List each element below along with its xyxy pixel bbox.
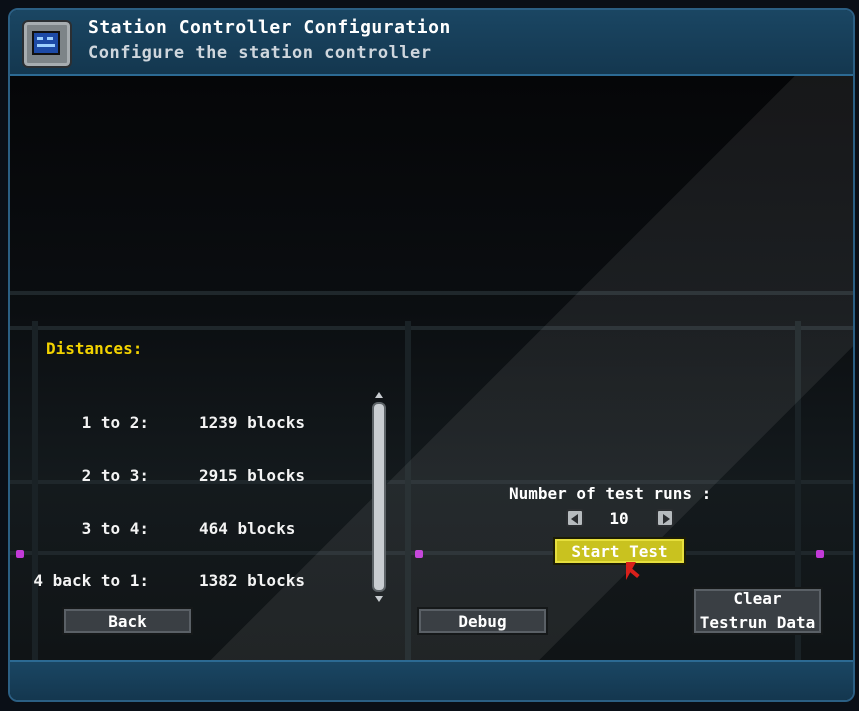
window-title: Station Controller Configuration xyxy=(88,17,451,38)
scroll-up-icon[interactable] xyxy=(375,392,383,398)
monitor-panel-icon xyxy=(22,20,72,68)
test-runs-label: Number of test runs : xyxy=(509,484,712,503)
scroll-thumb[interactable] xyxy=(372,402,386,592)
distances-label: Distances: xyxy=(46,339,143,358)
distance-row-value: 1239 blocks xyxy=(199,413,305,432)
distance-row-name: 4 back to 1: xyxy=(33,571,149,590)
scroll-down-icon[interactable] xyxy=(375,596,383,602)
clear-testrun-data-button[interactable]: Clear Testrun Data xyxy=(692,587,823,635)
title-bar: Station Controller Configuration Configu… xyxy=(10,10,853,76)
decrement-arrow-icon[interactable] xyxy=(566,509,584,527)
distance-row-value: 1382 blocks xyxy=(199,571,305,590)
distance-row-value: 2915 blocks xyxy=(199,466,305,485)
mouse-cursor-icon xyxy=(626,562,636,580)
increment-arrow-icon[interactable] xyxy=(656,509,674,527)
window-subtitle: Configure the station controller xyxy=(88,43,432,63)
distance-row-name: 2 to 3: xyxy=(81,466,149,485)
bottom-bar xyxy=(10,660,853,700)
distance-row-value: 464 blocks xyxy=(199,519,296,538)
distance-row-name: 3 to 4: xyxy=(81,519,149,538)
start-test-button[interactable]: Start Test xyxy=(553,537,686,565)
back-button[interactable]: Back xyxy=(62,607,193,635)
clear-button-line1: Clear xyxy=(733,589,782,608)
clear-button-line2: Testrun Data xyxy=(699,613,816,632)
distance-row-name: 1 to 2: xyxy=(81,413,149,432)
distances-scrollbar[interactable] xyxy=(372,392,386,602)
debug-button[interactable]: Debug xyxy=(417,607,548,635)
test-runs-value: 10 xyxy=(609,509,629,528)
